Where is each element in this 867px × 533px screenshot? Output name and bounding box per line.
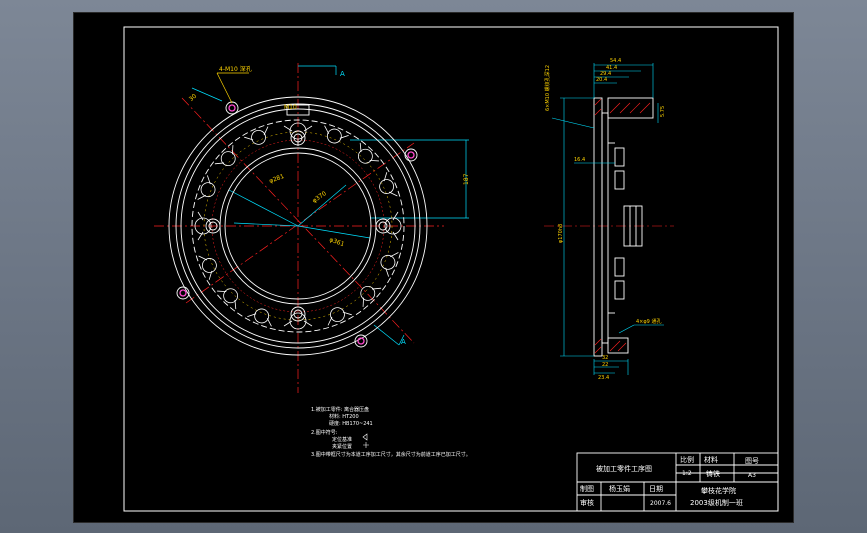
- dim-top-0: 54.4: [610, 58, 621, 64]
- section-marker-bottom: A: [401, 338, 406, 346]
- dim-bottom-note: 4×φ9 通孔: [636, 318, 661, 325]
- title-name: 被加工零件工序图: [596, 464, 652, 473]
- front-dim-labels: 4-M10 深孔 30 φ281 φ370 φ361 187 M10: [188, 65, 470, 248]
- reviewed-label: 审核: [580, 498, 594, 507]
- note-2a: 定位基准: [332, 436, 352, 443]
- dim-angle: 30: [188, 93, 198, 103]
- cad-drawing: 4-M10 深孔 30 φ281 φ370 φ361 187 M10 A A 5…: [123, 26, 779, 512]
- note-2b: 夹紧位置: [332, 443, 352, 450]
- date-label: 日期: [649, 485, 663, 493]
- dim-bottom-1: 22: [602, 362, 608, 368]
- drafted-label: 制图: [580, 484, 594, 493]
- technical-notes: 1.被加工零件: 离合器压盘 材料: HT200 硬度: HB170~241 2…: [311, 406, 471, 458]
- side-dim-labels: 54.4 41.4 29.4 20.4 6×M10 螺纹孔深12 5.75 16…: [544, 58, 666, 381]
- dim-bottom-2: 23.4: [598, 375, 609, 381]
- dim-d1: φ281: [268, 173, 285, 185]
- dim-note: 6×M10 螺纹孔深12: [544, 65, 551, 111]
- section-outline: [593, 97, 654, 357]
- dim-thread: M10: [284, 104, 297, 111]
- material-label: 材料: [704, 455, 718, 464]
- title-block: 被加工零件工序图 比例 材料 图号 1:2 铸铁 A3 制图 杨玉娟 日期 审核…: [576, 452, 779, 512]
- section-marker-top: A: [340, 70, 345, 78]
- note-1a: 材料: HT200: [329, 413, 359, 420]
- note-symbols: [362, 433, 369, 448]
- note-2: 2.图中符号:: [311, 429, 338, 436]
- school-value: 攀枝花学院: [701, 486, 736, 495]
- drawing-no-label: 图号: [745, 457, 759, 465]
- side-view: 54.4 41.4 29.4 20.4 6×M10 螺纹孔深12 5.75 16…: [544, 58, 674, 381]
- inner-frame: [123, 26, 779, 512]
- dim-top-3: 20.4: [596, 77, 607, 83]
- drawing-no-value: A3: [748, 472, 756, 479]
- dim-right: 5.75: [660, 106, 666, 117]
- class-value: 2003级机制一班: [690, 498, 743, 507]
- dim-bottom-0: 32: [602, 355, 608, 361]
- section-markers: A A: [340, 70, 406, 346]
- front-view: 4-M10 深孔 30 φ281 φ370 φ361 187 M10 A A: [154, 63, 470, 393]
- ratio-value: 1:2: [682, 470, 692, 477]
- note-1b: 硬度: HB170~241: [329, 420, 373, 427]
- note-3: 3.图中带框尺寸为本道工序加工尺寸，其余尺寸为前道工序已加工尺寸。: [311, 451, 471, 458]
- dim-callout: 4-M10 深孔: [219, 65, 252, 73]
- dim-height: 187: [463, 173, 470, 185]
- date-value: 2007.6: [650, 500, 671, 507]
- material-value: 铸铁: [706, 469, 720, 478]
- dimension-rays: [191, 65, 469, 346]
- callout-leaders: [216, 72, 249, 104]
- drawing-sheet: 4-M10 深孔 30 φ281 φ370 φ361 187 M10 A A 5…: [73, 12, 794, 523]
- drafter-value: 杨玉娟: [609, 484, 630, 493]
- dim-left: 16.4: [574, 157, 585, 163]
- ratio-label: 比例: [680, 455, 694, 464]
- dim-d3: φ361: [328, 236, 345, 248]
- dim-dia: φ170h8: [558, 224, 564, 243]
- note-1: 1.被加工零件: 离合器压盘: [311, 406, 369, 413]
